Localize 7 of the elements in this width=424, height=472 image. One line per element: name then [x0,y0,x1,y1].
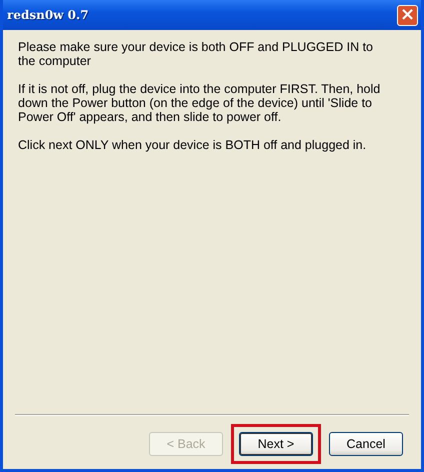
wizard-button[interactable]: Next > [239,432,313,456]
instruction-text: Please make sure your device is both OFF and PLUGGED IN to the computer [18,40,374,68]
window-title: redsn0w 0.7 [7,8,89,22]
wizard-button[interactable]: Cancel [329,432,403,456]
instruction-text: If it is not off, plug the device into the computer FIRST. Then, hold down the Power button (on the edge of the device) until 'Slide to Power Off' appears, and then slide to power off. [18,82,382,124]
close-button[interactable]: × [397,4,418,26]
instruction-text: Click next ONLY when your device is BOTH off and plugged in. [18,138,368,152]
